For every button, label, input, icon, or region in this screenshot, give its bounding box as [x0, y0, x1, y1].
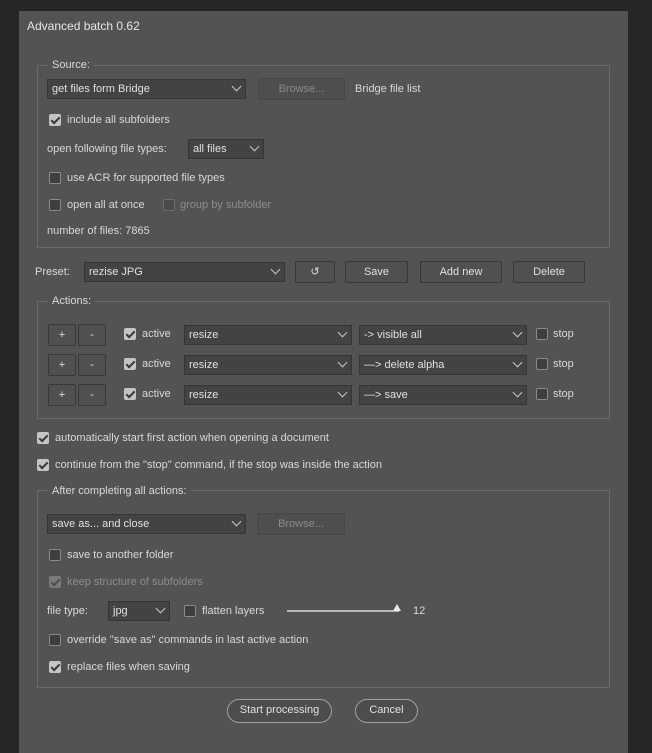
quality-slider-track[interactable]: [287, 610, 399, 612]
action-stop-checkbox[interactable]: [536, 328, 548, 340]
override-save-as-label: override "save as" commands in last acti…: [67, 634, 309, 646]
quality-slider-thumb[interactable]: [392, 604, 401, 611]
action-name-value: —> save: [364, 389, 408, 401]
chevron-down-icon: [155, 603, 166, 614]
remove-action-button[interactable]: -: [78, 384, 106, 406]
chevron-down-icon: [231, 516, 242, 527]
number-of-files: number of files: 7865: [47, 225, 150, 237]
file-type-value: jpg: [113, 605, 128, 617]
file-types-label: open following file types:: [47, 143, 167, 155]
action-set-select[interactable]: resize: [184, 385, 352, 405]
action-stop-label: stop: [553, 358, 574, 370]
remove-action-button[interactable]: -: [78, 354, 106, 376]
chevron-down-icon: [249, 141, 260, 152]
action-set-select[interactable]: resize: [184, 325, 352, 345]
action-stop-checkbox[interactable]: [536, 358, 548, 370]
chevron-down-icon: [512, 327, 523, 338]
chevron-down-icon: [270, 264, 281, 275]
add-action-button[interactable]: +: [48, 354, 76, 376]
source-select[interactable]: get files form Bridge: [47, 79, 246, 99]
file-types-select[interactable]: all files: [188, 139, 264, 159]
action-active-label: active: [142, 388, 171, 400]
actions-legend: Actions:: [48, 295, 96, 307]
action-set-select[interactable]: resize: [184, 355, 352, 375]
action-stop-checkbox[interactable]: [536, 388, 548, 400]
chevron-down-icon: [337, 357, 348, 368]
action-name-select[interactable]: —> save: [359, 385, 527, 405]
add-action-button[interactable]: +: [48, 384, 76, 406]
action-set-value: resize: [189, 329, 219, 341]
replace-files-label: replace files when saving: [67, 661, 190, 673]
include-subfolders-checkbox[interactable]: [49, 114, 61, 126]
remove-action-button[interactable]: -: [78, 324, 106, 346]
file-types-value: all files: [193, 143, 227, 155]
after-mode-value: save as... and close: [52, 518, 150, 530]
keep-structure-label: keep structure of subfolders: [67, 576, 203, 588]
chevron-down-icon: [337, 387, 348, 398]
group-by-subfolder-checkbox[interactable]: [163, 199, 175, 211]
reload-preset-button[interactable]: ↺: [295, 261, 335, 283]
action-set-value: resize: [189, 359, 219, 371]
quality-value: 12: [413, 605, 426, 617]
action-active-label: active: [142, 358, 171, 370]
replace-files-checkbox[interactable]: [49, 661, 61, 673]
chevron-down-icon: [231, 81, 242, 92]
preset-label: Preset:: [35, 266, 70, 278]
open-all-checkbox[interactable]: [49, 199, 61, 211]
file-type-select[interactable]: jpg: [108, 601, 170, 621]
action-active-checkbox[interactable]: [124, 358, 136, 370]
continue-from-stop-checkbox[interactable]: [37, 459, 49, 471]
include-subfolders-label: include all subfolders: [67, 114, 170, 126]
action-stop-label: stop: [553, 388, 574, 400]
use-acr-label: use ACR for supported file types: [67, 172, 225, 184]
action-active-checkbox[interactable]: [124, 328, 136, 340]
refresh-icon: ↺: [310, 266, 320, 278]
preset-value: rezise JPG: [89, 266, 143, 278]
keep-structure-checkbox[interactable]: [49, 576, 61, 588]
flatten-layers-checkbox[interactable]: [184, 605, 196, 617]
after-mode-select[interactable]: save as... and close: [47, 514, 246, 534]
chevron-down-icon: [512, 357, 523, 368]
chevron-down-icon: [337, 327, 348, 338]
action-name-select[interactable]: —> delete alpha: [359, 355, 527, 375]
bridge-file-list-label: Bridge file list: [355, 83, 421, 95]
after-legend: After completing all actions:: [48, 485, 191, 497]
action-active-checkbox[interactable]: [124, 388, 136, 400]
override-save-as-checkbox[interactable]: [49, 634, 61, 646]
add-action-button[interactable]: +: [48, 324, 76, 346]
action-stop-label: stop: [553, 328, 574, 340]
preset-add-new-button[interactable]: Add new: [420, 261, 502, 283]
preset-save-button[interactable]: Save: [345, 261, 408, 283]
after-browse-button[interactable]: Browse...: [257, 513, 345, 535]
action-name-value: -> visible all: [364, 329, 422, 341]
use-acr-checkbox[interactable]: [49, 172, 61, 184]
action-name-select[interactable]: -> visible all: [359, 325, 527, 345]
auto-start-label: automatically start first action when op…: [55, 432, 329, 444]
start-processing-button[interactable]: Start processing: [227, 699, 332, 723]
window-title: Advanced batch 0.62: [27, 19, 140, 33]
action-set-value: resize: [189, 389, 219, 401]
continue-from-stop-label: continue from the "stop" command, if the…: [55, 459, 382, 471]
auto-start-checkbox[interactable]: [37, 432, 49, 444]
group-by-subfolder-label: group by subfolder: [180, 199, 272, 211]
cancel-button[interactable]: Cancel: [355, 699, 418, 723]
chevron-down-icon: [512, 387, 523, 398]
source-legend: Source:: [48, 59, 94, 71]
source-select-value: get files form Bridge: [52, 83, 150, 95]
action-name-value: —> delete alpha: [364, 359, 445, 371]
save-another-folder-checkbox[interactable]: [49, 549, 61, 561]
preset-select[interactable]: rezise JPG: [84, 262, 285, 282]
open-all-label: open all at once: [67, 199, 145, 211]
source-browse-button[interactable]: Browse...: [258, 78, 345, 100]
file-type-label: file type:: [47, 605, 88, 617]
flatten-layers-label: flatten layers: [202, 605, 265, 617]
action-active-label: active: [142, 328, 171, 340]
preset-delete-button[interactable]: Delete: [513, 261, 585, 283]
save-another-folder-label: save to another folder: [67, 549, 174, 561]
